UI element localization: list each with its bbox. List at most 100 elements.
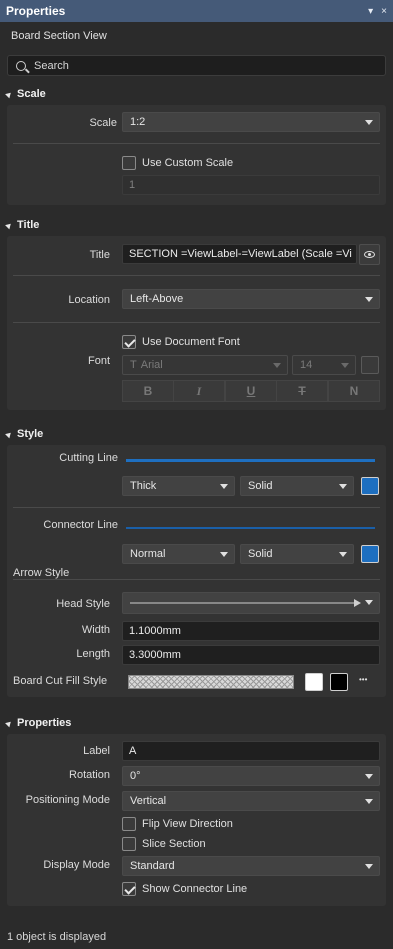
checkbox-box[interactable] <box>122 156 136 170</box>
chevron-down-icon <box>365 864 373 869</box>
cutting-line-color-swatch[interactable] <box>361 477 379 495</box>
font-label: Font <box>87 355 110 367</box>
status-text: 1 object is displayed <box>7 931 107 943</box>
properties-panel: Label A Rotation 0° Positioning Mode Ver… <box>7 734 386 906</box>
strikethrough-button[interactable]: T <box>276 380 328 402</box>
style-panel: Cutting Line Thick Solid Connector Line … <box>7 445 386 697</box>
chevron-down-icon <box>365 600 373 605</box>
fill-background-color-swatch[interactable] <box>330 673 348 691</box>
chevron-down-icon <box>365 774 373 779</box>
width-label: Width <box>81 624 110 636</box>
checkbox-box[interactable] <box>122 882 136 896</box>
normal-button[interactable]: N <box>328 380 380 402</box>
font-size-dropdown[interactable]: 14 <box>292 355 356 375</box>
flip-view-direction-checkbox[interactable]: Flip View Direction <box>122 817 233 831</box>
scale-dropdown[interactable]: 1:2 <box>122 112 380 132</box>
section-header-scale[interactable]: Scale <box>5 86 46 102</box>
location-label: Location <box>68 294 110 306</box>
divider <box>13 322 380 323</box>
panel-titlebar: Properties ▾ × <box>0 0 393 22</box>
chevron-down-icon <box>220 552 228 557</box>
divider <box>13 275 380 276</box>
section-header-style[interactable]: Style <box>5 426 43 442</box>
show-connector-line-checkbox[interactable]: Show Connector Line <box>122 882 247 896</box>
head-style-dropdown[interactable] <box>122 592 380 614</box>
eye-icon <box>364 251 375 258</box>
display-mode-dropdown[interactable]: Standard <box>122 856 380 876</box>
positioning-mode-label: Positioning Mode <box>25 794 110 806</box>
fill-pattern-preview[interactable] <box>128 675 294 689</box>
chevron-down-icon <box>220 484 228 489</box>
collapse-triangle-icon[interactable] <box>5 221 13 229</box>
search-input[interactable] <box>34 59 354 72</box>
chevron-down-icon <box>339 552 347 557</box>
divider <box>13 579 380 580</box>
arrow-style-label: Arrow Style <box>13 567 70 579</box>
checkbox-box[interactable] <box>122 817 136 831</box>
underline-button[interactable]: U <box>225 380 277 402</box>
divider <box>13 507 380 508</box>
font-color-swatch[interactable] <box>361 356 379 374</box>
italic-button[interactable]: I <box>173 380 225 402</box>
chevron-down-icon <box>339 484 347 489</box>
label-field[interactable]: A <box>122 741 380 761</box>
visibility-toggle[interactable] <box>359 244 380 265</box>
cutting-style-dropdown[interactable]: Solid <box>240 476 354 496</box>
font-type-icon: T <box>130 359 137 371</box>
chevron-down-icon <box>365 799 373 804</box>
checkbox-box[interactable] <box>122 837 136 851</box>
more-options-icon[interactable]: ••• <box>359 675 367 684</box>
length-field[interactable]: 3.3000mm <box>122 645 380 665</box>
chevron-down-icon <box>365 297 373 302</box>
chevron-down-icon <box>341 363 349 368</box>
title-field[interactable]: SECTION =ViewLabel-=ViewLabel (Scale =Vi <box>122 244 357 264</box>
font-family-dropdown[interactable]: T Arial <box>122 355 288 375</box>
section-header-properties[interactable]: Properties <box>5 715 71 731</box>
title-label: Title <box>89 249 110 261</box>
slice-section-checkbox[interactable]: Slice Section <box>122 837 206 851</box>
collapse-triangle-icon[interactable] <box>5 719 13 727</box>
use-custom-scale-checkbox[interactable]: Use Custom Scale <box>122 156 233 170</box>
format-toolbar: B I U T N <box>122 380 380 402</box>
section-header-title[interactable]: Title <box>5 217 39 233</box>
collapse-triangle-icon[interactable] <box>5 430 13 438</box>
label-label: Label <box>83 745 110 757</box>
head-style-label: Head Style <box>56 598 110 610</box>
close-icon[interactable]: × <box>381 6 387 17</box>
use-document-font-checkbox[interactable]: Use Document Font <box>122 335 240 349</box>
object-type-label: Board Section View <box>11 30 107 42</box>
scale-panel: Scale 1:2 Use Custom Scale 1 <box>7 105 386 205</box>
cutting-line-label: Cutting Line <box>59 452 118 464</box>
location-dropdown[interactable]: Left-Above <box>122 289 380 309</box>
search-box[interactable] <box>7 55 386 76</box>
divider <box>13 143 380 144</box>
connector-line-color-swatch[interactable] <box>361 545 379 563</box>
search-icon <box>16 60 26 71</box>
connector-style-dropdown[interactable]: Solid <box>240 544 354 564</box>
chevron-down-icon <box>273 363 281 368</box>
custom-scale-field[interactable]: 1 <box>122 175 380 195</box>
title-panel: Title SECTION =ViewLabel-=ViewLabel (Sca… <box>7 236 386 410</box>
cutting-weight-dropdown[interactable]: Thick <box>122 476 235 496</box>
width-field[interactable]: 1.1000mm <box>122 621 380 641</box>
bold-button[interactable]: B <box>122 380 174 402</box>
arrow-head-preview-icon <box>130 599 361 607</box>
checkbox-box[interactable] <box>122 335 136 349</box>
length-label: Length <box>76 648 110 660</box>
status-bar: 1 object is displayed <box>0 925 393 949</box>
panel-title: Properties <box>6 4 66 18</box>
cutting-line-preview <box>126 459 375 462</box>
board-cut-fill-style-label: Board Cut Fill Style <box>13 675 108 687</box>
connector-weight-dropdown[interactable]: Normal <box>122 544 235 564</box>
positioning-mode-dropdown[interactable]: Vertical <box>122 791 380 811</box>
rotation-dropdown[interactable]: 0° <box>122 766 380 786</box>
rotation-label: Rotation <box>69 769 110 781</box>
pin-menu-icon[interactable]: ▾ <box>368 6 373 17</box>
collapse-triangle-icon[interactable] <box>5 90 13 98</box>
connector-line-preview <box>126 527 375 529</box>
fill-foreground-color-swatch[interactable] <box>305 673 323 691</box>
connector-line-label: Connector Line <box>43 519 118 531</box>
chevron-down-icon <box>365 120 373 125</box>
scale-label: Scale <box>89 117 117 129</box>
display-mode-label: Display Mode <box>43 859 110 871</box>
